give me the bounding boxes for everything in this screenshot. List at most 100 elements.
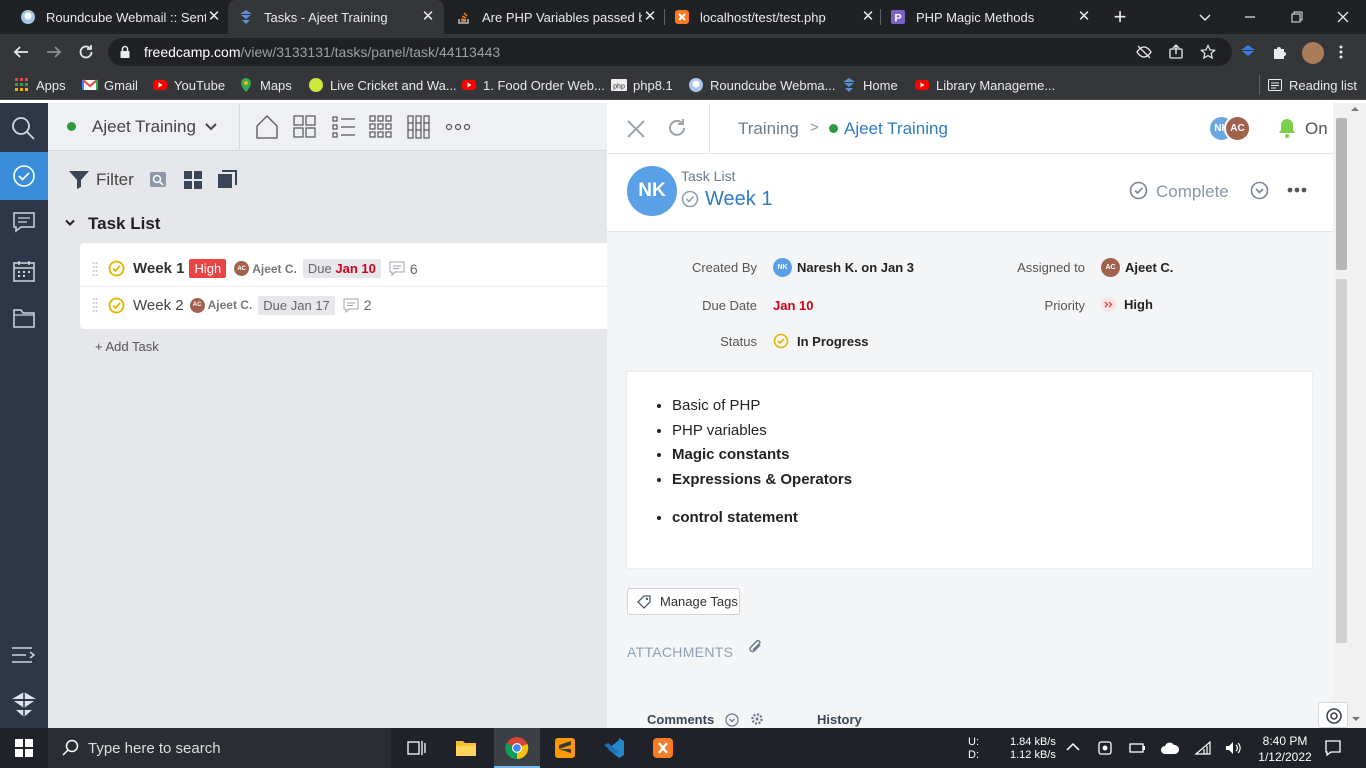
bookmark-maps[interactable]: Maps bbox=[238, 70, 292, 100]
share-icon[interactable] bbox=[1168, 44, 1184, 60]
refresh-icon[interactable] bbox=[667, 118, 687, 138]
drag-handle-icon[interactable] bbox=[92, 261, 98, 277]
task-description[interactable]: Basic of PHP PHP variables Magic constan… bbox=[627, 372, 1312, 568]
status-check-icon[interactable] bbox=[681, 190, 699, 208]
bookmark-star-icon[interactable] bbox=[1200, 44, 1216, 60]
browser-tab-php-magic[interactable]: P PHP Magic Methods ✕ bbox=[890, 0, 1096, 34]
bookmark-apps[interactable]: Apps bbox=[14, 70, 66, 100]
copy-stack-icon[interactable] bbox=[217, 170, 237, 190]
collapse-menu-icon[interactable] bbox=[11, 645, 37, 665]
task-row[interactable]: Week 1 High AC Ajeet C. Due Jan 10 6 bbox=[80, 251, 607, 287]
list-view-icon[interactable] bbox=[332, 115, 356, 139]
eye-off-icon[interactable] bbox=[1136, 44, 1152, 60]
browser-tab-localhost[interactable]: localhost/test/test.php ✕ bbox=[674, 0, 880, 34]
taskbar-search-box[interactable]: Type here to search bbox=[48, 728, 391, 768]
back-arrow-icon[interactable] bbox=[12, 43, 30, 61]
discussion-icon[interactable] bbox=[12, 211, 36, 233]
file-explorer-icon[interactable] bbox=[455, 738, 477, 758]
new-tab-button[interactable]: + bbox=[1110, 6, 1130, 28]
calendar-icon[interactable] bbox=[12, 259, 36, 283]
status-in-progress-icon[interactable] bbox=[108, 297, 125, 314]
sublime-text-icon[interactable] bbox=[554, 737, 576, 759]
taskbar-clock[interactable]: 8:40 PM 1/12/2022 bbox=[1256, 733, 1314, 768]
home-icon[interactable] bbox=[255, 114, 279, 140]
scrollbar-thumb[interactable] bbox=[1336, 118, 1347, 270]
lock-icon[interactable] bbox=[118, 45, 132, 59]
help-widget-button[interactable] bbox=[1318, 702, 1348, 728]
reload-icon[interactable] bbox=[77, 43, 95, 61]
group-view-icon[interactable] bbox=[184, 171, 202, 189]
volume-icon[interactable] bbox=[1224, 740, 1242, 756]
due-date-value[interactable]: Jan 10 bbox=[773, 298, 813, 313]
bookmark-youtube[interactable]: YouTube bbox=[152, 70, 225, 100]
freedcamp-logo-icon[interactable] bbox=[9, 690, 39, 720]
bookmark-food-order[interactable]: 1. Food Order Web... bbox=[461, 70, 605, 100]
profile-avatar[interactable] bbox=[1302, 42, 1324, 64]
breadcrumb-parent[interactable]: Training bbox=[738, 119, 799, 139]
forward-arrow-icon[interactable] bbox=[45, 43, 63, 61]
task-list-label[interactable]: Task List bbox=[681, 168, 735, 184]
chevron-down-icon[interactable] bbox=[204, 121, 218, 133]
add-task-link[interactable]: + Add Task bbox=[95, 339, 159, 354]
collapse-list-chevron-icon[interactable] bbox=[64, 217, 76, 229]
task-row[interactable]: Week 2 AC Ajeet C. Due Jan 17 2 bbox=[80, 287, 607, 323]
filter-label[interactable]: Filter bbox=[96, 170, 134, 190]
close-tab-icon[interactable]: ✕ bbox=[206, 9, 222, 25]
close-tab-icon[interactable]: ✕ bbox=[1076, 9, 1092, 25]
task-title[interactable]: Week 2 bbox=[133, 297, 184, 314]
close-panel-icon[interactable] bbox=[626, 119, 646, 139]
close-tab-icon[interactable]: ✕ bbox=[860, 9, 876, 25]
kanban-view-icon[interactable] bbox=[407, 115, 431, 139]
reading-list-button[interactable]: Reading list bbox=[1267, 70, 1357, 100]
task-title[interactable]: Week 1 bbox=[133, 260, 184, 277]
bookmark-roundcube[interactable]: Roundcube Webma... bbox=[688, 70, 836, 100]
filter-icon[interactable] bbox=[68, 169, 90, 189]
bookmark-gmail[interactable]: Gmail bbox=[82, 70, 138, 100]
xampp-taskbar-icon[interactable] bbox=[652, 737, 674, 759]
extension-icon[interactable] bbox=[1239, 44, 1257, 60]
notify-status[interactable]: On bbox=[1305, 119, 1328, 139]
windows-start-icon[interactable] bbox=[15, 739, 33, 757]
bookmark-cricket[interactable]: Live Cricket and Wa... bbox=[308, 70, 457, 100]
browser-tab-roundcube[interactable]: Roundcube Webmail :: Sent ✕ bbox=[20, 0, 226, 34]
dropdown-circle-icon[interactable] bbox=[1250, 181, 1269, 200]
bookmark-home[interactable]: Home bbox=[841, 70, 898, 100]
webcam-tray-icon[interactable] bbox=[1097, 740, 1113, 756]
history-tab[interactable]: History bbox=[817, 712, 862, 727]
close-tab-icon[interactable]: ✕ bbox=[420, 9, 436, 25]
grid-view-icon[interactable] bbox=[369, 115, 393, 139]
close-window-icon[interactable] bbox=[1335, 9, 1351, 25]
vscode-icon[interactable] bbox=[603, 737, 625, 759]
complete-check-icon[interactable] bbox=[1129, 181, 1148, 200]
notifications-icon[interactable] bbox=[1324, 739, 1342, 757]
onedrive-cloud-icon[interactable] bbox=[1160, 741, 1180, 755]
drag-handle-icon[interactable] bbox=[92, 297, 98, 313]
bookmark-library[interactable]: Library Manageme... bbox=[914, 70, 1055, 100]
search-icon[interactable] bbox=[10, 115, 36, 141]
chevron-circle-icon[interactable] bbox=[725, 713, 739, 727]
bookmark-php[interactable]: php php8.1 bbox=[611, 70, 673, 100]
board-view-icon[interactable] bbox=[293, 115, 317, 139]
assigned-to-field[interactable]: AC Ajeet C. bbox=[1101, 258, 1173, 277]
close-tab-icon[interactable]: ✕ bbox=[642, 9, 658, 25]
saved-search-icon[interactable] bbox=[149, 171, 167, 188]
restore-icon[interactable] bbox=[1289, 9, 1305, 25]
task-view-icon[interactable] bbox=[407, 739, 427, 757]
follower-avatar[interactable]: AC bbox=[1224, 115, 1251, 142]
tab-search-chevron-icon[interactable] bbox=[1197, 9, 1213, 25]
manage-tags-button[interactable]: Manage Tags bbox=[627, 588, 740, 615]
minimize-icon[interactable] bbox=[1242, 9, 1258, 25]
more-options-icon[interactable] bbox=[1287, 187, 1307, 193]
complete-button[interactable]: Complete bbox=[1156, 182, 1229, 202]
paperclip-icon[interactable] bbox=[748, 639, 764, 657]
breadcrumb-project[interactable]: Ajeet Training bbox=[844, 119, 948, 139]
priority-field[interactable]: High bbox=[1101, 297, 1153, 312]
battery-plug-icon[interactable] bbox=[1129, 740, 1147, 756]
bell-icon[interactable] bbox=[1277, 117, 1297, 139]
browser-tab-stackoverflow[interactable]: Are PHP Variables passed by ✕ bbox=[456, 0, 662, 34]
creator-avatar[interactable]: NK bbox=[627, 166, 677, 216]
system-tray-chevron-icon[interactable] bbox=[1066, 742, 1080, 752]
task-title[interactable]: Week 1 bbox=[705, 188, 772, 211]
project-name[interactable]: Ajeet Training bbox=[92, 117, 196, 137]
browser-tab-tasks[interactable]: Tasks - Ajeet Training ✕ bbox=[228, 0, 444, 34]
